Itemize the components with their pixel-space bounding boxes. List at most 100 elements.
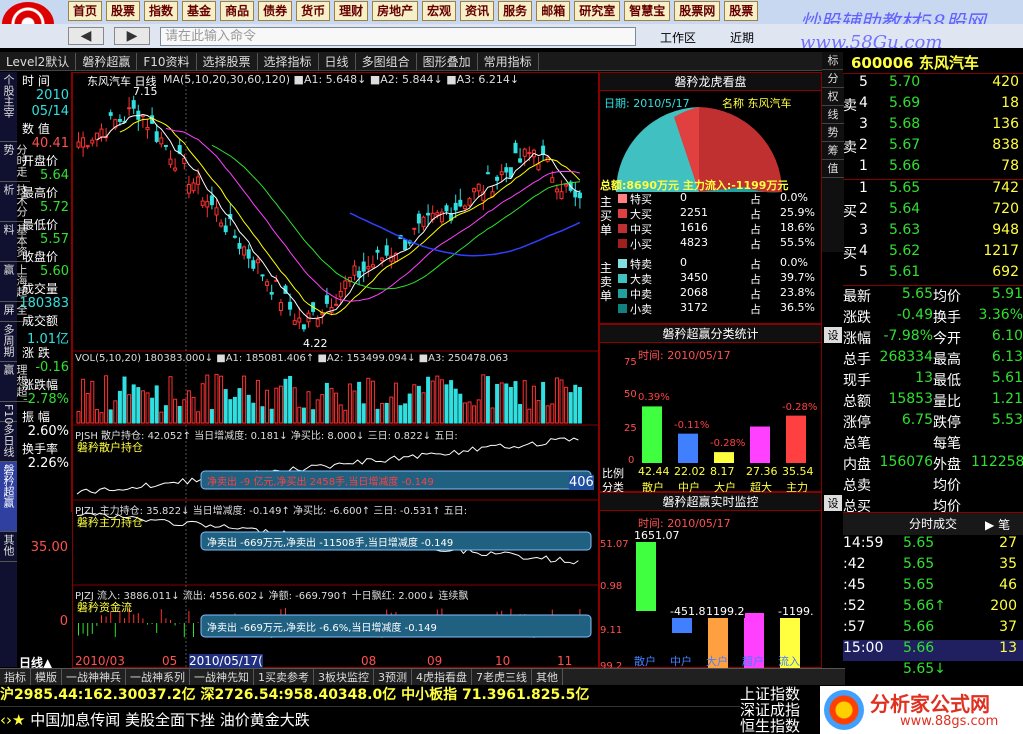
formula-tab[interactable]: 3板块监控 xyxy=(314,669,374,685)
menu-item[interactable]: 首页 xyxy=(68,1,103,21)
side-tab[interactable]: 值 xyxy=(822,160,844,178)
back-button[interactable]: ◀ xyxy=(68,27,104,45)
formula-tab[interactable]: 3预测 xyxy=(374,669,412,685)
menu-item[interactable]: 服务 xyxy=(498,1,533,21)
volume-bar xyxy=(278,385,283,424)
kline-chart-area[interactable]: 东风汽车 日线 MA(5,10,20,30,60,120) ■A1: 5.648… xyxy=(72,72,600,669)
pjzj-axis-label: 0 xyxy=(59,614,68,629)
tick-mode-button[interactable]: ▶ 笔 xyxy=(985,516,1010,533)
menu-item[interactable]: 房地产 xyxy=(372,1,419,21)
dragon-val: 2068 xyxy=(680,286,708,299)
toolbar-item[interactable]: 选择股票 xyxy=(197,52,258,70)
menu-item[interactable]: 指数 xyxy=(144,1,179,21)
monitor-bar-cat: 流入 xyxy=(778,655,800,668)
menu-item[interactable]: 债券 xyxy=(258,1,293,21)
menu-item[interactable]: 货币 xyxy=(296,1,331,21)
stat-row: 现手 13 最低 5.61 xyxy=(843,370,1023,391)
tick-row: :45 5.65 46 xyxy=(843,577,1023,598)
menu-item[interactable]: 资讯 xyxy=(460,1,495,21)
forward-button[interactable]: ▶ xyxy=(114,27,150,45)
side-tab[interactable]: 势 xyxy=(822,124,844,142)
toolbar-item[interactable]: 磐矜超赢 xyxy=(76,52,138,70)
formula-tab[interactable]: 模版 xyxy=(31,669,62,685)
formula-tab[interactable]: 其他 xyxy=(532,669,563,685)
left-tab[interactable]: 多周期 xyxy=(0,322,17,362)
menu-item[interactable]: 商品 xyxy=(220,1,255,21)
stat-cell: 5.53 xyxy=(991,412,1023,428)
toolbar-item[interactable]: Level2默认 xyxy=(0,52,77,70)
info-value: 180383 xyxy=(19,296,69,311)
menu-item[interactable]: 股票 xyxy=(724,1,759,21)
order-volume: 1217 xyxy=(983,243,1019,259)
legend-swatch xyxy=(618,259,627,268)
toolbar-item[interactable]: F10资料 xyxy=(137,52,197,70)
order-volume: 838 xyxy=(992,137,1019,153)
menu-item[interactable]: 研究室 xyxy=(574,1,621,21)
formula-tab[interactable]: 7老虎三线 xyxy=(472,669,532,685)
menu-item[interactable]: 股票网 xyxy=(674,1,721,21)
side-tab[interactable]: 权 xyxy=(822,88,844,106)
order-side-label xyxy=(843,116,859,137)
candle-body xyxy=(315,318,320,327)
workspace-menu[interactable]: 工作区 xyxy=(660,29,696,46)
menu-item[interactable]: 智慧宝 xyxy=(624,1,671,21)
side-tab[interactable]: 筹 xyxy=(822,142,844,160)
volume-bar xyxy=(200,383,205,424)
stat-cell: 均价 xyxy=(933,289,961,305)
formula-tab[interactable]: 指标 xyxy=(0,669,31,685)
info-value: 05/14 xyxy=(31,104,69,119)
legend-swatch xyxy=(618,304,627,313)
toolbar-item[interactable]: 多图组合 xyxy=(356,52,417,70)
volume-bar xyxy=(343,409,348,424)
info-value: -0.16 xyxy=(35,360,69,375)
formula-tab[interactable]: 一战神系列 xyxy=(126,669,190,685)
formula-tab[interactable]: 一战神先知 xyxy=(190,669,254,685)
menu-item[interactable]: 理财 xyxy=(334,1,369,21)
formula-tab[interactable]: 一战神神兵 xyxy=(62,669,126,685)
dragon-row: 中卖 2068 占 23.8% xyxy=(618,286,818,301)
axis-tick: 51.07 xyxy=(600,539,629,550)
order-book-row: 卖 4 5.69 18 xyxy=(843,95,1023,116)
candle-body xyxy=(117,118,122,122)
volume-bar xyxy=(219,375,224,424)
menu-item[interactable]: 宏观 xyxy=(422,1,457,21)
tick-row: 15:00 5.66 13 xyxy=(843,640,1023,661)
formula-tab[interactable]: 1买卖参考 xyxy=(254,669,314,685)
dragon-zhan: 占 xyxy=(750,303,761,316)
menu-item[interactable]: 邮箱 xyxy=(536,1,571,21)
formula-tab[interactable]: 4虎指看盘 xyxy=(412,669,472,685)
toolbar-item[interactable]: 常用指标 xyxy=(478,52,539,70)
side-tab[interactable]: 分 xyxy=(822,70,844,88)
recent-menu[interactable]: 近期 xyxy=(730,29,754,46)
profit-settings-button[interactable]: 设 xyxy=(824,327,842,343)
monitor-settings-button[interactable]: 设 xyxy=(824,495,842,511)
toolbar-item[interactable]: 选择指标 xyxy=(258,52,319,70)
index-item[interactable]: 恒生指数 xyxy=(740,718,820,734)
pjzl-header: PJZL 主力持仓: 35.822↓ 当日增减度: -0.149↑ 净买比: -… xyxy=(75,506,468,517)
toolbar-item[interactable]: 日线 xyxy=(319,52,356,70)
candle-body xyxy=(357,270,362,278)
stat-row: 涨幅 -7.98% 今开 6.10 xyxy=(843,328,1023,349)
candle-body xyxy=(536,163,541,171)
side-tab[interactable]: 线 xyxy=(822,106,844,124)
side-tab[interactable]: 标 xyxy=(822,52,844,70)
left-tab[interactable]: 多日线 xyxy=(0,422,17,462)
left-tab[interactable]: F10 xyxy=(0,402,17,424)
volume-bar xyxy=(389,396,394,424)
left-tab[interactable]: 其他 xyxy=(0,532,17,562)
pjsh-value: 406 xyxy=(569,475,594,490)
index-item[interactable]: 深证成指 xyxy=(740,702,820,718)
menu-item[interactable]: 基金 xyxy=(182,1,217,21)
index-item[interactable]: 上证指数 xyxy=(740,686,820,702)
menu-item[interactable]: 股票 xyxy=(106,1,141,21)
candle-body xyxy=(564,183,569,187)
command-input[interactable]: 请在此输入命令 xyxy=(160,27,636,46)
left-tab[interactable]: 个股主宰 xyxy=(0,72,17,142)
volume-bar xyxy=(301,407,306,424)
toolbar-item[interactable]: 图形叠加 xyxy=(417,52,478,70)
profit-bar-pct: -0.28% xyxy=(710,438,746,450)
dragon-val: 3172 xyxy=(680,301,708,314)
left-tab[interactable]: 磐矜超赢 xyxy=(0,462,17,532)
candle-body xyxy=(260,274,265,277)
nav-arrows-icon[interactable]: ‹›★ xyxy=(0,711,25,729)
